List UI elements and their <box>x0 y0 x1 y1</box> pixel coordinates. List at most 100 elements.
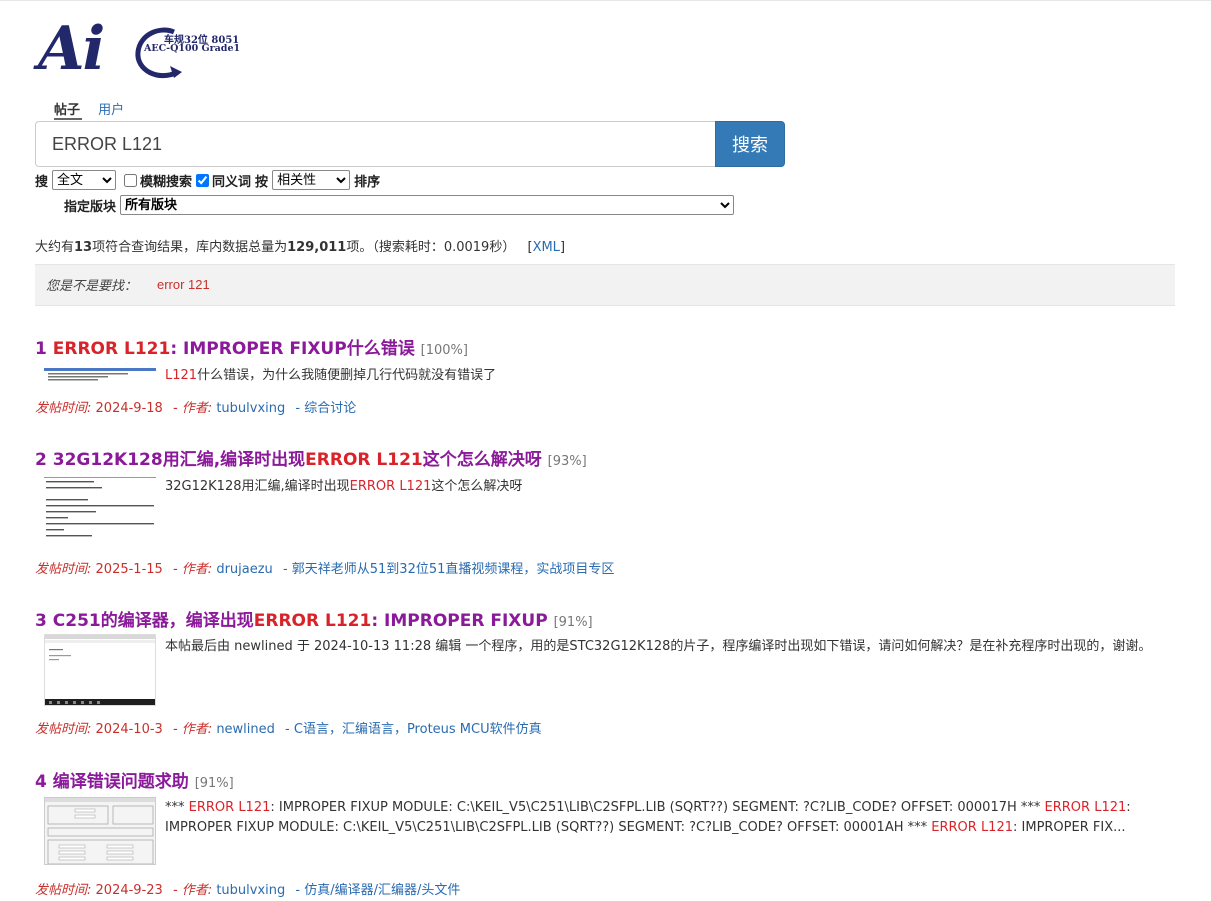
xml-link[interactable]: XML <box>533 240 560 255</box>
result-thumbnail[interactable] <box>44 797 156 865</box>
result-title[interactable]: 2 32G12K128用汇编,编译时出现ERROR L121这个怎么解决呀 [9… <box>35 445 1175 470</box>
forum-link[interactable]: - 仿真/编译器/汇编器/头文件 <box>295 883 460 898</box>
synonym-checkbox[interactable] <box>196 173 210 187</box>
result-number: 2 <box>35 450 47 470</box>
result-number: 1 <box>35 339 47 359</box>
snippet-text: : IMPROPER FIX... <box>1013 820 1126 835</box>
scope-select[interactable]: 全文 <box>52 170 117 190</box>
snippet-text: 本帖最后由 newlined 于 2024-10-13 11:28 编辑 一个程… <box>165 639 1152 654</box>
snippet-highlight: ERROR L121 <box>1044 800 1127 815</box>
stats-count: 13 <box>74 240 93 255</box>
relevance-score: [93%] <box>547 454 587 469</box>
site-logo[interactable]: Ai 车规32位 8051 AEC-Q100 Grade1 <box>38 18 248 84</box>
date-label: 发帖时间: <box>35 883 92 898</box>
author-label: - 作者: <box>172 401 213 416</box>
forum-link[interactable]: - 郭天祥老师从51到32位51直播视频课程，实战项目专区 <box>283 562 614 577</box>
result-title[interactable]: 1 ERROR L121: IMPROPER FIXUP什么错误 [100%] <box>35 334 1175 359</box>
result-title-highlight: ERROR L121 <box>305 450 423 470</box>
author-link[interactable]: tubulvxing <box>216 401 285 416</box>
result-item: 4 编译错误问题求助 [91%] *** ERROR L121: IMPROPE… <box>35 767 1175 898</box>
section-filter: 指定版块 所有版块 <box>64 194 735 216</box>
synonym-label: 同义词 <box>212 174 252 190</box>
suggestion-link[interactable]: error 121 <box>157 277 210 292</box>
top-border <box>0 0 1211 1</box>
result-title-text: 这个怎么解决呀 <box>422 450 542 470</box>
post-date: 2024-10-3 <box>95 722 163 737</box>
result-title[interactable]: 3 C251的编译器，编译出现ERROR L121: IMPROPER FIXU… <box>35 606 1175 631</box>
result-title-text: 编译错误问题求助 <box>52 772 189 792</box>
snippet-text: : IMPROPER FIXUP MODULE: C:\KEIL_V5\C251… <box>270 800 1045 815</box>
relevance-score: [91%] <box>553 615 593 630</box>
thumbnail-image <box>44 368 156 381</box>
result-item: 2 32G12K128用汇编,编译时出现ERROR L121这个怎么解决呀 [9… <box>35 445 1175 577</box>
author-link[interactable]: drujaezu <box>216 562 272 577</box>
snippet-text: 这个怎么解决呀 <box>431 479 523 494</box>
result-snippet: L121什么错误，为什么我随便删掉几行代码就没有错误了 <box>165 366 1175 386</box>
result-meta: 发帖时间: 2025-1-15 - 作者: drujaezu - 郭天祥老师从5… <box>35 558 614 577</box>
result-title-text: C251的编译器，编译出现 <box>52 611 254 631</box>
sort-select[interactable]: 相关性 <box>272 170 351 190</box>
result-item: 1 ERROR L121: IMPROPER FIXUP什么错误 [100%] … <box>35 334 1175 416</box>
result-thumbnail[interactable] <box>44 368 156 382</box>
tab-users[interactable]: 用户 <box>98 99 124 118</box>
logo-tagline-2: AEC-Q100 Grade1 <box>144 43 241 54</box>
result-title-highlight: ERROR L121 <box>253 611 372 631</box>
stats-total: 129,011 <box>287 240 347 255</box>
result-snippet: 本帖最后由 newlined 于 2024-10-13 11:28 编辑 一个程… <box>165 637 1175 657</box>
result-thumbnail[interactable] <box>44 477 156 543</box>
did-you-mean-box: 您是不是要找： error 121 <box>35 264 1175 306</box>
fuzzy-label: 模糊搜索 <box>140 174 193 190</box>
search-options: 搜 全文 模糊搜索 同义词 按 相关性 排序 <box>35 169 380 191</box>
result-snippet: *** ERROR L121: IMPROPER FIXUP MODULE: C… <box>165 798 1175 838</box>
search-button[interactable]: 搜索 <box>715 121 785 167</box>
stats-mid: 项符合查询结果，库内数据总量为 <box>92 240 288 255</box>
tab-posts[interactable]: 帖子 <box>54 99 80 118</box>
stats-prefix: 大约有 <box>35 240 75 255</box>
forum-link[interactable]: - 综合讨论 <box>295 401 356 416</box>
author-label: - 作者: <box>172 883 213 898</box>
snippet-highlight: ERROR L121 <box>188 800 271 815</box>
snippet-highlight: ERROR L121 <box>349 479 432 494</box>
result-thumbnail[interactable] <box>44 634 156 706</box>
author-link[interactable]: tubulvxing <box>216 883 285 898</box>
thumbnail-image <box>45 798 155 864</box>
result-item: 3 C251的编译器，编译出现ERROR L121: IMPROPER FIXU… <box>35 606 1175 737</box>
snippet-highlight: L121 <box>165 368 198 383</box>
result-title-text: 32G12K128用汇编,编译时出现 <box>52 450 306 470</box>
result-title[interactable]: 4 编译错误问题求助 [91%] <box>35 767 1175 792</box>
result-title-text: : IMPROPER FIXUP什么错误 <box>170 339 415 359</box>
result-meta: 发帖时间: 2024-9-18 - 作者: tubulvxing - 综合讨论 <box>35 397 356 416</box>
search-prefix-label: 搜 <box>35 174 49 190</box>
snippet-text: 32G12K128用汇编,编译时出现 <box>165 479 350 494</box>
snippet-highlight: ERROR L121 <box>931 820 1013 835</box>
logo-text: Ai <box>38 14 105 84</box>
forum-link[interactable]: - C语言，汇编语言，Proteus MCU软件仿真 <box>285 722 542 737</box>
post-date: 2024-9-18 <box>95 401 163 416</box>
result-number: 4 <box>35 772 47 792</box>
thumbnail-image <box>45 635 155 705</box>
result-title-text: : IMPROPER FIXUP <box>371 611 548 631</box>
post-date: 2024-9-23 <box>95 883 163 898</box>
relevance-score: [91%] <box>194 776 234 791</box>
post-date: 2025-1-15 <box>95 562 163 577</box>
snippet-text: *** <box>165 800 189 815</box>
xml-bracket-close: ] <box>559 240 566 255</box>
result-stats: 大约有13项符合查询结果，库内数据总量为129,011项。（搜索耗时：0.001… <box>35 236 565 255</box>
result-snippet: 32G12K128用汇编,编译时出现ERROR L121这个怎么解决呀 <box>165 477 1175 497</box>
fuzzy-checkbox[interactable] <box>124 173 138 187</box>
author-label: - 作者: <box>172 562 213 577</box>
author-label: - 作者: <box>172 722 213 737</box>
result-title-highlight: ERROR L121 <box>52 339 171 359</box>
snippet-text: 什么错误，为什么我随便删掉几行代码就没有错误了 <box>197 368 497 383</box>
sort-suffix-label: 排序 <box>354 174 381 190</box>
stats-suffix: 项。（搜索耗时：0.0019秒） <box>346 240 516 255</box>
section-select[interactable]: 所有版块 <box>120 195 735 215</box>
result-meta: 发帖时间: 2024-10-3 - 作者: newlined - C语言，汇编语… <box>35 718 542 737</box>
search-input[interactable] <box>35 121 716 167</box>
date-label: 发帖时间: <box>35 562 92 577</box>
result-number: 3 <box>35 611 47 631</box>
thumbnail-image <box>46 481 154 537</box>
result-meta: 发帖时间: 2024-9-23 - 作者: tubulvxing - 仿真/编译… <box>35 879 460 898</box>
author-link[interactable]: newlined <box>216 722 275 737</box>
search-tabs: 帖子 用户 <box>54 99 138 120</box>
